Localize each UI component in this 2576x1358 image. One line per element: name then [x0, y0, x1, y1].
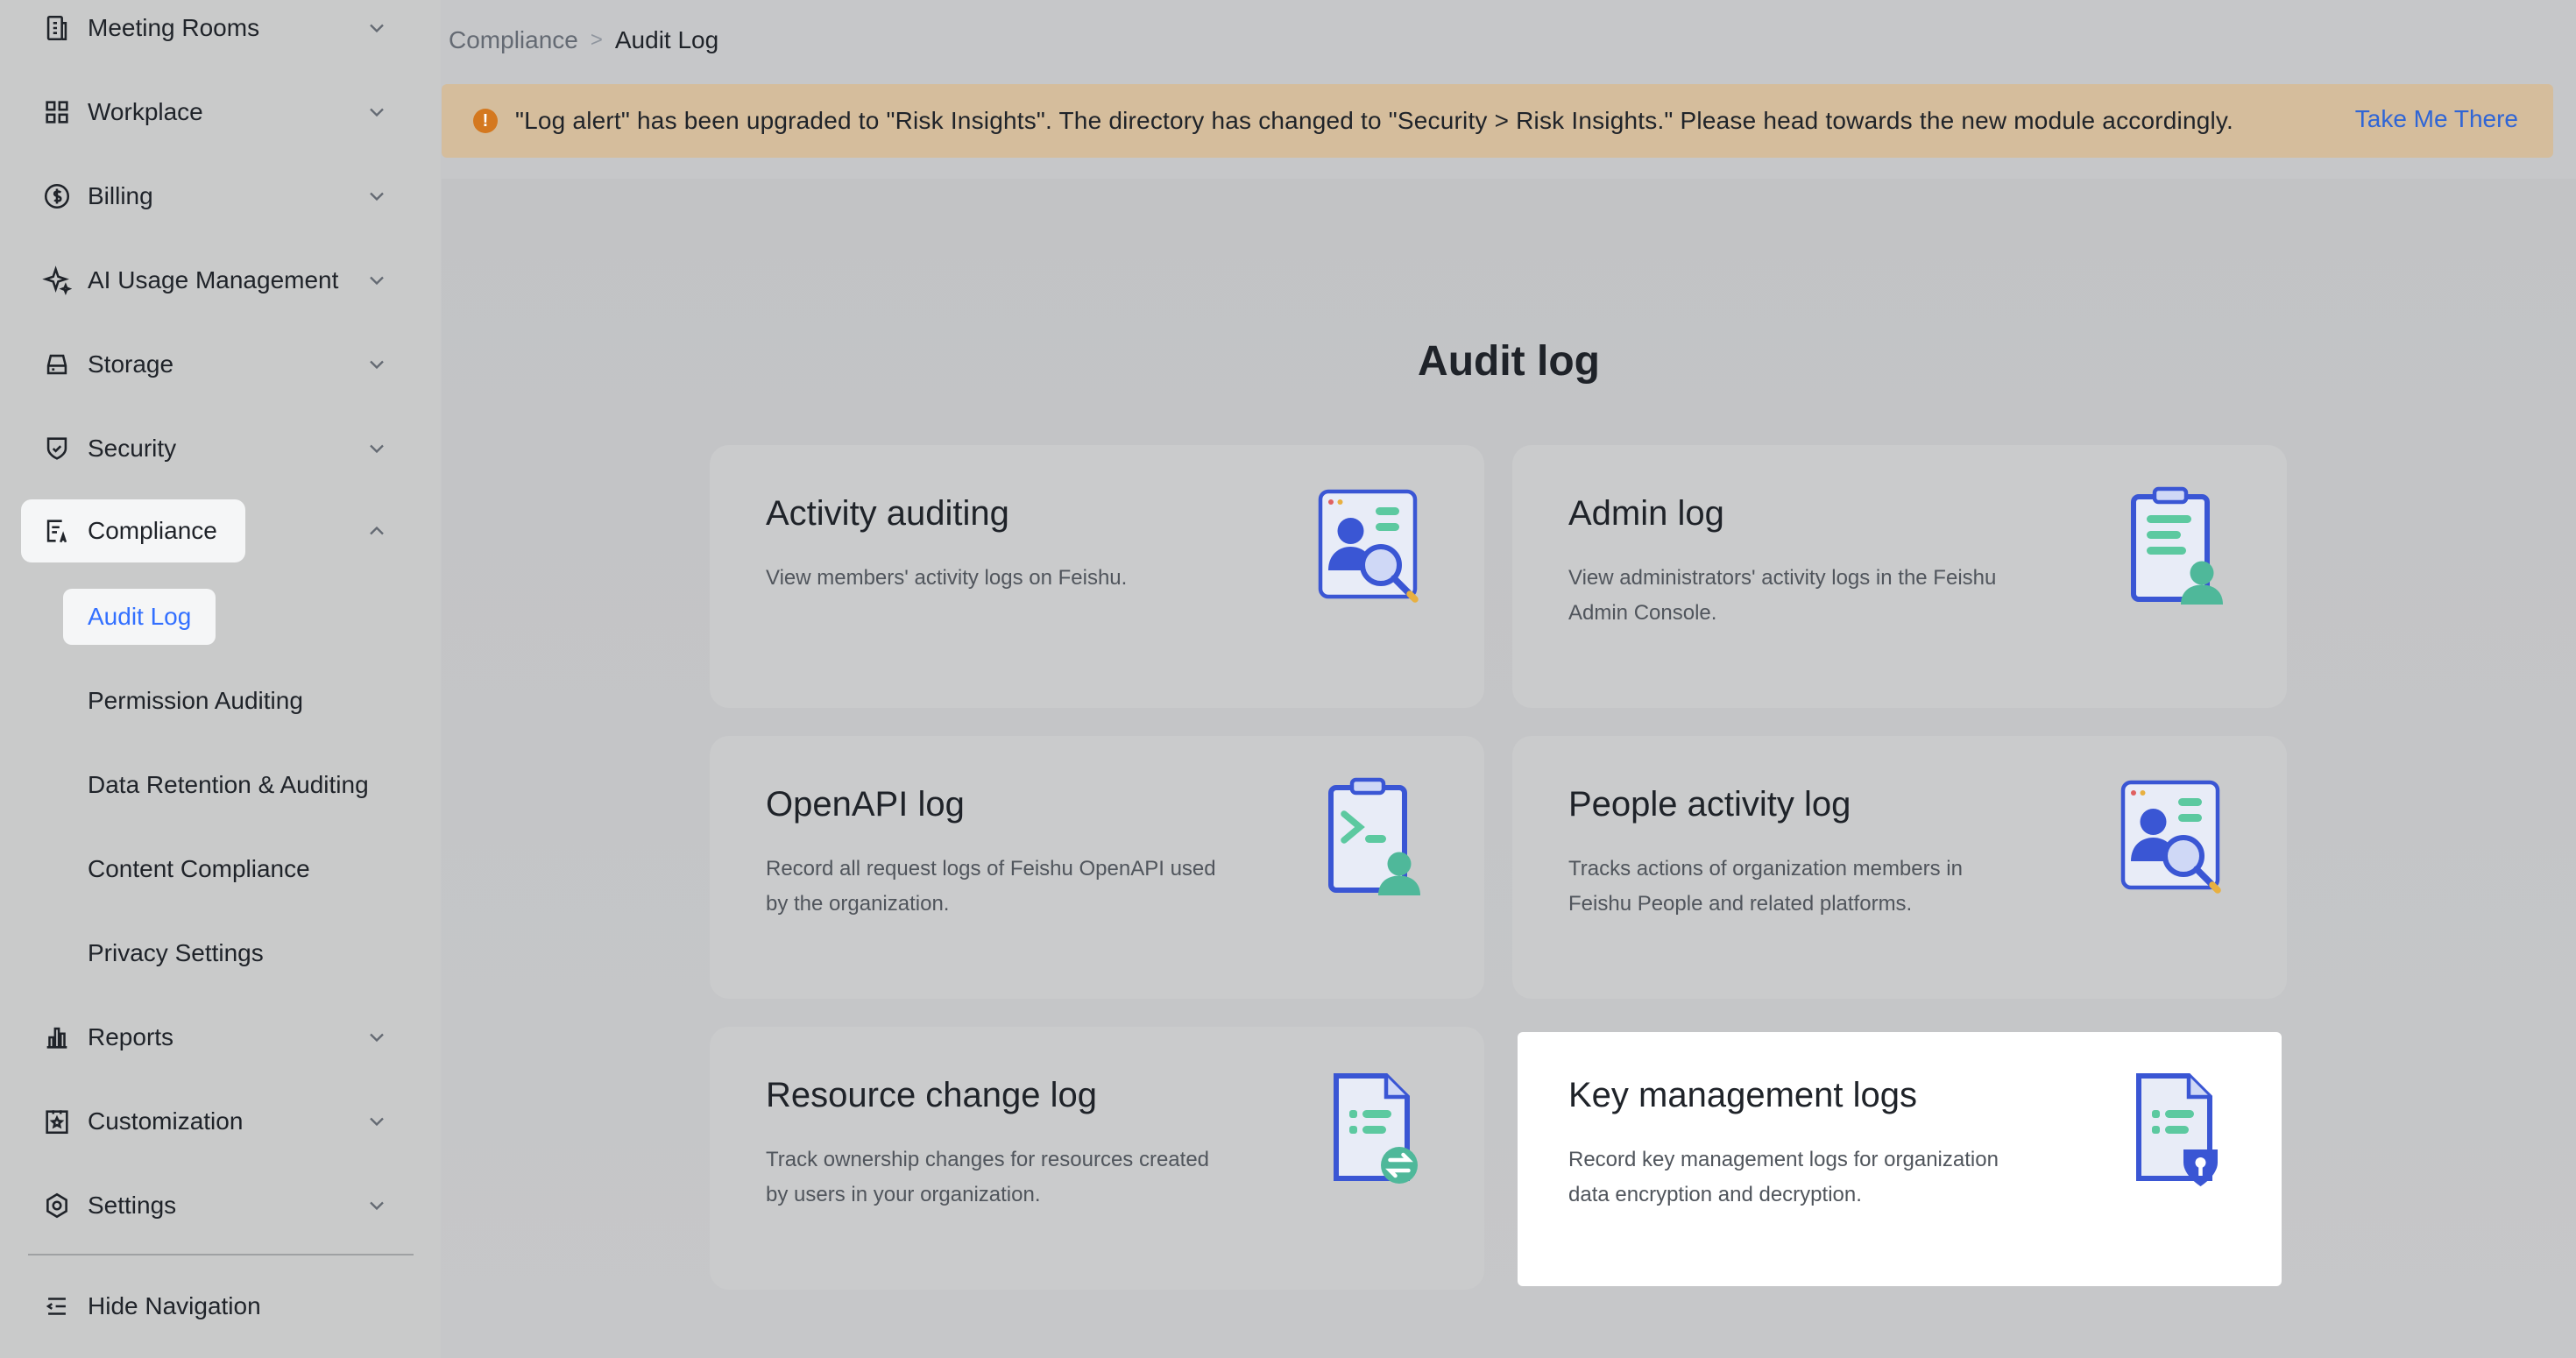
- card-description: Tracks actions of organization members i…: [1568, 857, 1963, 916]
- sidebar-subitem-permission-auditing[interactable]: Permission Auditing: [63, 673, 328, 729]
- sidebar-item-compliance[interactable]: Compliance: [21, 499, 384, 562]
- document-key-icon: [2136, 1073, 2218, 1186]
- card-title: Resource change log: [766, 1076, 1098, 1114]
- hide-navigation-label: Hide Navigation: [88, 1292, 261, 1319]
- document-swap-icon: [1334, 1073, 1418, 1184]
- star-board-icon: [40, 1105, 74, 1138]
- chevron-down-icon: [370, 24, 384, 33]
- sidebar-subitem-label: Privacy Settings: [88, 939, 264, 966]
- sidebar-item-ai-usage-management[interactable]: AI Usage Management: [21, 249, 407, 312]
- breadcrumb-separator-icon: >: [590, 28, 603, 52]
- chevron-down-icon: [370, 1117, 384, 1127]
- card-description: View members' activity logs on Feishu.: [766, 566, 1128, 590]
- sidebar-subitem-label: Content Compliance: [88, 855, 310, 882]
- card-admin-log[interactable]: Admin log View administrators' activity …: [1512, 445, 2287, 708]
- dollar-coin-icon: [40, 180, 74, 213]
- breadcrumb-current: Audit Log: [614, 26, 719, 53]
- api-clipboard-icon: [1328, 777, 1420, 895]
- card-title: People activity log: [1568, 785, 1851, 824]
- sidebar-divider: [28, 1254, 414, 1255]
- chevron-down-icon: [370, 1201, 384, 1211]
- chevron-down-icon: [370, 192, 384, 202]
- sidebar-item-label: Billing: [88, 182, 153, 209]
- sidebar-item-billing[interactable]: Billing: [21, 165, 407, 228]
- sidebar-item-meeting-rooms[interactable]: Meeting Rooms: [21, 0, 407, 60]
- card-description: View administrators' activity logs in th…: [1568, 566, 1997, 625]
- chevron-up-icon: [370, 526, 384, 535]
- take-me-there-link[interactable]: Take Me There: [2355, 105, 2518, 133]
- sidebar-item-label: Customization: [88, 1107, 244, 1135]
- sidebar-item-label: Storage: [88, 350, 174, 378]
- building-icon: [40, 11, 74, 45]
- sidebar-item-label: Security: [88, 435, 177, 462]
- card-description: Track ownership changes for resources cr…: [766, 1148, 1210, 1206]
- sidebar-subitem-label: Permission Auditing: [88, 687, 303, 714]
- chevron-down-icon: [370, 108, 384, 117]
- collapse-menu-icon: [40, 1290, 74, 1323]
- sidebar-item-label: Compliance: [88, 517, 217, 544]
- sidebar-item-label: Settings: [88, 1192, 177, 1219]
- chevron-down-icon: [370, 1033, 384, 1043]
- notice-banner: ! "Log alert" has been upgraded to "Risk…: [442, 84, 2553, 158]
- card-description: Record all request logs of Feishu OpenAP…: [766, 857, 1216, 916]
- card-resource-change-log[interactable]: Resource change log Track ownership chan…: [710, 1027, 1484, 1290]
- sidebar-item-storage[interactable]: Storage: [21, 333, 407, 396]
- sidebar-item-label: Meeting Rooms: [88, 14, 260, 41]
- gear-icon: [40, 1189, 74, 1222]
- storage-drive-icon: [40, 348, 74, 381]
- sidebar-item-label: Reports: [88, 1023, 174, 1050]
- card-title: Activity auditing: [766, 494, 1009, 533]
- hide-navigation-button[interactable]: Hide Navigation: [21, 1275, 407, 1338]
- sidebar-subitem-content-compliance[interactable]: Content Compliance: [63, 841, 335, 897]
- sidebar-item-label: Workplace: [88, 98, 203, 125]
- chevron-down-icon: [370, 360, 384, 370]
- main-content: Audit log Activity auditing View members…: [442, 179, 2576, 1358]
- card-title: Admin log: [1568, 494, 1724, 533]
- sidebar-subitem-data-retention[interactable]: Data Retention & Auditing: [63, 757, 393, 813]
- admin-clipboard-icon: [2131, 486, 2223, 605]
- sidebar-subitem-label: Audit Log: [88, 603, 192, 630]
- card-people-activity-log[interactable]: People activity log Tracks actions of or…: [1512, 736, 2287, 999]
- sidebar-item-settings[interactable]: Settings: [21, 1174, 407, 1237]
- sidebar-subitem-audit-log[interactable]: Audit Log: [63, 589, 216, 645]
- chevron-down-icon: [370, 444, 384, 454]
- sidebar-item-label: AI Usage Management: [88, 266, 339, 294]
- card-title: Key management logs: [1568, 1076, 1918, 1114]
- banner-text: "Log alert" has been upgraded to "Risk I…: [515, 107, 2234, 134]
- sidebar-item-reports[interactable]: Reports: [21, 1006, 407, 1069]
- card-title: OpenAPI log: [766, 785, 965, 824]
- grid-icon: [40, 95, 74, 129]
- sidebar-subitem-label: Data Retention & Auditing: [88, 771, 369, 798]
- bar-chart-icon: [40, 1021, 74, 1054]
- card-description: Record key management logs for organizat…: [1568, 1148, 1999, 1206]
- user-search-icon: [1318, 489, 1419, 603]
- shield-check-icon: [40, 432, 74, 465]
- card-openapi-log[interactable]: OpenAPI log Record all request logs of F…: [710, 736, 1484, 999]
- chevron-down-icon: [370, 276, 384, 286]
- sparkle-icon: [40, 264, 74, 297]
- sidebar-item-security[interactable]: Security: [21, 417, 407, 480]
- people-search-icon: [2120, 780, 2221, 894]
- sidebar-item-customization[interactable]: Customization: [21, 1090, 407, 1153]
- page-title: Audit log: [1418, 338, 1600, 385]
- sidebar: Meeting Rooms Workplace Billing AI Usage…: [0, 0, 441, 1358]
- warning-icon: !: [473, 109, 498, 133]
- sidebar-subitem-privacy-settings[interactable]: Privacy Settings: [63, 925, 288, 981]
- breadcrumb: Compliance > Audit Log: [449, 26, 718, 54]
- sidebar-item-workplace[interactable]: Workplace: [21, 81, 407, 144]
- card-activity-auditing[interactable]: Activity auditing View members' activity…: [710, 445, 1484, 708]
- card-key-management-logs[interactable]: Key management logs Record key managemen…: [1518, 1032, 2282, 1286]
- breadcrumb-parent-link[interactable]: Compliance: [449, 26, 578, 54]
- compliance-document-icon: [40, 514, 74, 548]
